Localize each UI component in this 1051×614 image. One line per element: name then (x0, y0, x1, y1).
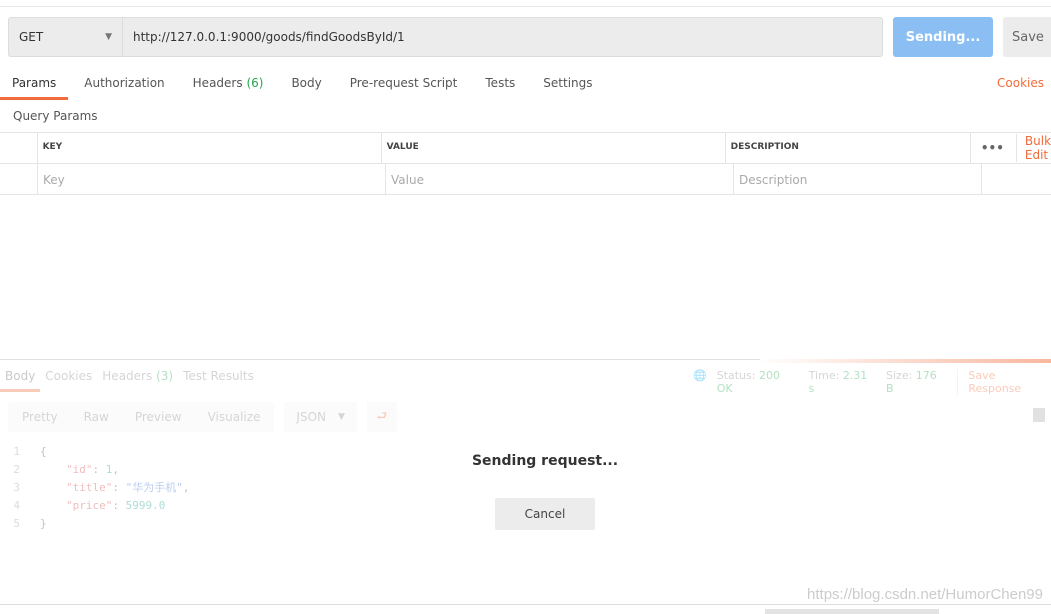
code-text: { (40, 445, 47, 458)
sending-message: Sending request... (471, 453, 619, 469)
send-button[interactable]: Sending... (893, 17, 993, 57)
cancel-button[interactable]: Cancel (495, 498, 595, 530)
tab-label: Tests (485, 76, 516, 90)
code-punct: , (112, 463, 119, 476)
code-line: 4 "price": 5999.0 (0, 497, 189, 515)
line-number: 3 (13, 481, 20, 494)
status-bar-divider (0, 604, 1051, 605)
bottom-toggle[interactable] (765, 609, 939, 614)
tab-count: (6) (246, 76, 264, 90)
bulk-edit-link[interactable]: Bulk Edit (1015, 134, 1051, 162)
json-key: "price" (66, 499, 113, 512)
chevron-down-icon: ▼ (105, 32, 112, 42)
tab-count: (3) (156, 369, 174, 383)
wrap-lines-icon[interactable]: ⮐ (366, 402, 397, 432)
code-line: 2 "id": 1, (0, 461, 189, 479)
json-key: "id" (66, 463, 93, 476)
response-tab-headers[interactable]: Headers (3) (97, 364, 178, 392)
tab-headers[interactable]: Headers (6) (181, 70, 276, 100)
response-tab-cookies[interactable]: Cookies (40, 364, 97, 392)
save-response-button[interactable]: Save Response (957, 369, 1051, 395)
format-select[interactable]: JSON ▼ (284, 402, 357, 432)
request-bar: GET ▼ http://127.0.0.1:9000/goods/findGoo… (8, 17, 883, 57)
chevron-down-icon: ▼ (337, 412, 345, 422)
tab-label: Settings (543, 76, 593, 90)
value-header: VALUE (382, 133, 726, 163)
view-pretty[interactable]: Pretty (22, 410, 58, 424)
time-label: Time: (808, 369, 840, 382)
loading-progress (760, 359, 1051, 363)
checkbox-cell (0, 164, 38, 194)
line-number: 4 (13, 499, 20, 512)
cookies-link[interactable]: Cookies (997, 76, 1044, 90)
response-tab-test-results[interactable]: Test Results (178, 364, 259, 392)
tab-label: Pre-request Script (349, 76, 458, 90)
description-header: DESCRIPTION (726, 133, 971, 163)
code-line: 5} (0, 515, 189, 533)
table-row: Key Value Description (0, 164, 1051, 195)
code-line: 1{ (0, 443, 189, 461)
line-number: 2 (13, 463, 20, 476)
tab-pre-request-script[interactable]: Pre-request Script (338, 70, 470, 100)
tab-label: Body (291, 76, 322, 90)
params-table: KEY VALUE DESCRIPTION ••• Bulk Edit Key V… (0, 132, 1051, 195)
response-tabs: Body Cookies Headers (3) Test Results (0, 364, 259, 392)
view-mode-group: Pretty Raw Preview Visualize (8, 402, 275, 432)
save-button[interactable]: Save (1003, 17, 1051, 57)
key-input[interactable]: Key (38, 164, 386, 194)
tab-label: Headers (192, 76, 243, 90)
view-visualize[interactable]: Visualize (208, 410, 261, 424)
tab-authorization[interactable]: Authorization (72, 70, 176, 100)
globe-icon[interactable]: 🌐 (693, 369, 707, 395)
code-text: } (40, 517, 47, 530)
tab-settings[interactable]: Settings (531, 70, 604, 100)
response-meta: 🌐 Status: 200 OK Time: 2.31 s Size: 176 … (693, 369, 1051, 395)
code-punct: , (182, 481, 190, 494)
url-input[interactable]: http://127.0.0.1:9000/goods/findGoodsByI… (123, 18, 405, 56)
tab-label: Params (12, 76, 57, 90)
request-tabs: Params Authorization Headers (6) Body Pr… (0, 70, 609, 100)
method-select[interactable]: GET ▼ (9, 18, 123, 56)
table-header: KEY VALUE DESCRIPTION ••• Bulk Edit (0, 133, 1051, 164)
response-code: 1{ 2 "id": 1, 3 "title": "华为手机", 4 "price":… (0, 443, 189, 533)
status-label: Status: (716, 369, 756, 382)
copy-icon[interactable] (1033, 408, 1045, 422)
response-toolbar: Pretty Raw Preview Visualize JSON ▼ ⮐ (8, 402, 397, 432)
query-params-title: Query Params (13, 109, 98, 123)
line-number: 1 (13, 445, 20, 458)
format-label: JSON (296, 410, 326, 424)
description-input[interactable]: Description (734, 164, 982, 194)
key-header: KEY (38, 133, 382, 163)
tab-tests[interactable]: Tests (473, 70, 527, 100)
size-label: Size: (886, 369, 913, 382)
tab-label: Authorization (84, 76, 165, 90)
json-key: "title" (66, 481, 113, 494)
tab-body[interactable]: Body (279, 70, 333, 100)
watermark: https://blog.csdn.net/HumorChen99 (807, 586, 1043, 603)
view-raw[interactable]: Raw (84, 410, 109, 424)
response-tab-body[interactable]: Body (0, 364, 41, 392)
code-line: 3 "title": "华为手机", (0, 479, 189, 497)
json-value: 5999.0 (125, 499, 166, 512)
tab-params[interactable]: Params (0, 70, 69, 100)
method-label: GET (19, 30, 44, 44)
more-options-icon[interactable]: ••• (981, 141, 1004, 155)
json-value: "华为手机" (125, 481, 183, 494)
tab-label: Headers (102, 369, 153, 383)
top-divider (0, 6, 1051, 7)
view-preview[interactable]: Preview (135, 410, 182, 424)
line-number: 5 (13, 517, 20, 530)
value-input[interactable]: Value (386, 164, 734, 194)
checkbox-column (0, 133, 38, 163)
